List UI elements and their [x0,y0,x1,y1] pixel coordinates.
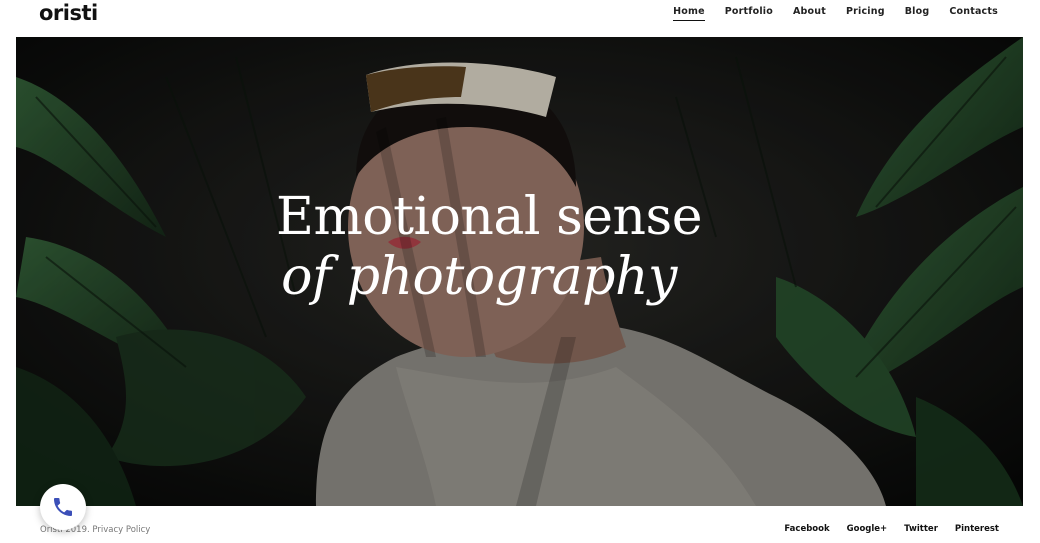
nav-blog[interactable]: Blog [905,6,930,21]
hero-section: Emotional sense of photography [16,37,1023,506]
social-facebook[interactable]: Facebook [784,524,829,534]
social-pinterest[interactable]: Pinterest [955,524,999,534]
main-nav: Home Portfolio About Pricing Blog Contac… [653,6,998,21]
hero-title-line2: of photography [281,247,677,307]
site-footer: Oristi 2019. Privacy Policy Facebook Goo… [0,506,1040,543]
social-googleplus[interactable]: Google+ [847,524,888,534]
hero-title-line1: Emotional sense [276,187,702,247]
call-button[interactable] [40,484,86,530]
hero-title: Emotional sense of photography [16,187,962,307]
social-twitter[interactable]: Twitter [904,524,938,534]
social-links: Facebook Google+ Twitter Pinterest [767,524,999,534]
phone-icon [54,498,72,516]
nav-home[interactable]: Home [673,6,705,21]
logo[interactable]: oristi [39,1,98,25]
nav-about[interactable]: About [793,6,826,21]
nav-portfolio[interactable]: Portfolio [725,6,773,21]
site-header: oristi Home Portfolio About Pricing Blog… [0,0,1040,37]
nav-pricing[interactable]: Pricing [846,6,885,21]
nav-contacts[interactable]: Contacts [949,6,998,21]
